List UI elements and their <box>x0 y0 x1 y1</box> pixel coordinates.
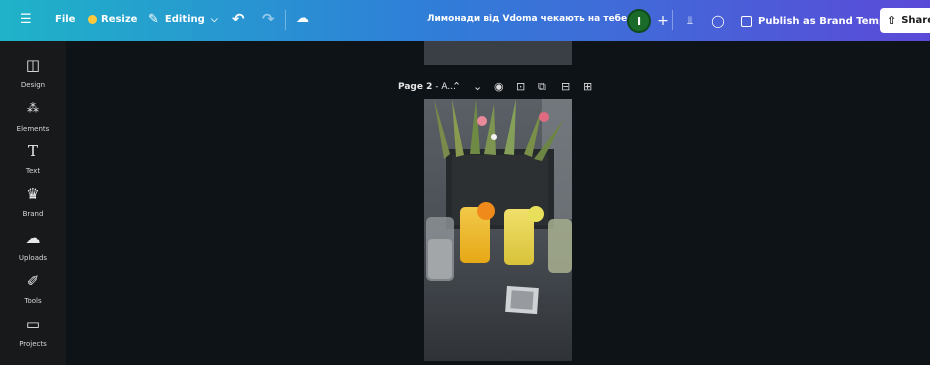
resize-button[interactable]: Resize <box>88 14 137 25</box>
editing-mode-dropdown[interactable]: ✎ Editing ⌵ <box>148 13 218 26</box>
sidebar-item-label: Uploads <box>18 254 48 262</box>
add-page-icon[interactable]: ⊞ <box>583 80 592 93</box>
sidebar-item-uploads[interactable]: ☁ Uploads <box>0 229 66 263</box>
document-title[interactable]: Лимонади від Vdoma чекають на тебе <box>427 14 627 24</box>
chevron-down-icon[interactable]: ⌄ <box>473 80 482 93</box>
sidebar-item-label: Text <box>25 167 41 175</box>
crown-dot-icon <box>88 15 97 24</box>
chevron-up-icon[interactable]: ⌃ <box>452 80 461 93</box>
cloud-save-status[interactable]: ☁ <box>296 12 309 25</box>
bar-chart-icon: ⫫ <box>686 14 694 27</box>
sidebar-item-elements[interactable]: ⁂ Elements <box>0 102 66 133</box>
text-icon: T <box>27 142 38 160</box>
document-title-text: Лимонади від Vdoma чекають на тебе <box>427 14 628 24</box>
page-number: Page 2 <box>398 82 433 92</box>
projects-icon: ▭ <box>25 315 41 333</box>
share-label: Share <box>901 15 930 26</box>
sidebar-item-tools[interactable]: ✐ Tools <box>0 272 66 306</box>
avatar[interactable]: I <box>627 9 651 33</box>
editing-label: Editing <box>164 14 205 25</box>
duplicate-page-icon[interactable]: ⧉ <box>538 80 546 94</box>
plus-icon: + <box>657 13 669 29</box>
delete-page-icon[interactable]: ⊟ <box>561 80 570 93</box>
page-title[interactable]: Page 2 - A... <box>398 82 456 92</box>
insights-button[interactable]: ⫫ <box>678 9 702 33</box>
toolbar-divider <box>672 10 673 30</box>
top-toolbar: ☰ File Resize ✎ Editing ⌵ ↶ ↷ ☁ Лимонади… <box>0 0 930 41</box>
avatar-initial: I <box>636 14 642 28</box>
comment-icon: ◯ <box>711 14 725 28</box>
undo-icon: ↶ <box>232 10 245 28</box>
resize-label: Resize <box>101 14 138 25</box>
sidebar-item-label: Tools <box>24 297 42 305</box>
share-button[interactable]: ⇧ Share <box>880 8 930 33</box>
toolbar-divider <box>285 10 286 30</box>
lock-icon[interactable]: ⊡ <box>516 80 525 93</box>
sidebar-item-label: Elements <box>16 125 50 133</box>
sidebar-item-label: Brand <box>22 210 44 218</box>
brand-icon: ♛ <box>26 185 40 203</box>
sidebar-item-label: Projects <box>19 340 47 348</box>
sidebar-item-design[interactable]: ◫ Design <box>0 56 66 90</box>
file-label: File <box>55 14 76 25</box>
uploads-icon: ☁ <box>25 229 41 247</box>
file-menu-button[interactable]: File <box>55 14 75 25</box>
redo-button[interactable]: ↷ <box>262 12 275 27</box>
left-sidebar: ◫ Design ⁂ Elements T Text ♛ Brand ☁ Upl… <box>0 41 66 365</box>
redo-icon: ↷ <box>262 10 275 28</box>
tools-icon: ✐ <box>26 272 40 290</box>
previous-page-preview[interactable] <box>424 41 572 65</box>
hamburger-menu-icon: ☰ <box>20 12 32 27</box>
sidebar-item-projects[interactable]: ▭ Projects <box>0 315 66 349</box>
chevron-down-icon: ⌵ <box>210 14 218 25</box>
share-upload-icon: ⇧ <box>887 14 897 27</box>
menu-button[interactable]: ☰ <box>20 13 32 26</box>
sidebar-item-brand[interactable]: ♛ Brand <box>0 185 66 219</box>
template-icon <box>741 15 752 27</box>
sidebar-item-label: Design <box>20 81 46 89</box>
comments-button[interactable]: ◯ <box>706 9 730 33</box>
elements-icon: ⁂ <box>27 101 39 115</box>
hide-page-icon[interactable]: ◉ <box>494 80 504 93</box>
cloud-check-icon: ☁ <box>296 11 309 26</box>
design-page-photo[interactable] <box>424 99 572 361</box>
pencil-icon: ✎ <box>148 12 159 27</box>
sidebar-item-text[interactable]: T Text <box>0 142 66 176</box>
design-icon: ◫ <box>25 56 41 74</box>
undo-button[interactable]: ↶ <box>232 12 245 27</box>
lemonade-photo-image <box>424 99 572 361</box>
